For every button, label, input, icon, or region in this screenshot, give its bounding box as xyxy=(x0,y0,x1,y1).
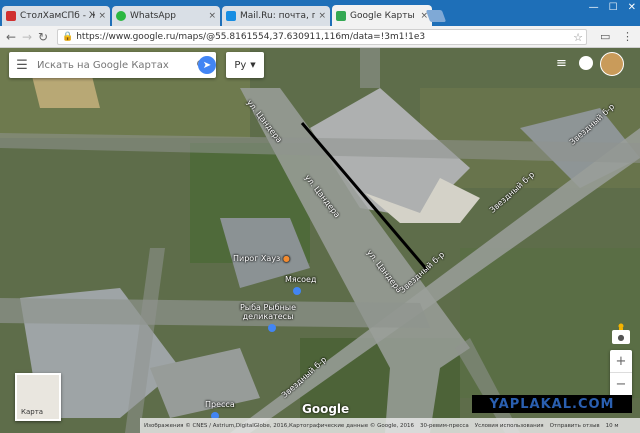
tab-title: СтолХамСПб - Жилая з xyxy=(20,11,96,21)
footer-link-feedback[interactable]: Отправить отзыв xyxy=(550,423,600,429)
poi-label: Мясоед xyxy=(285,275,317,284)
forward-icon[interactable]: → xyxy=(22,30,32,44)
restaurant-icon: ● xyxy=(282,254,290,263)
shopping-icon[interactable] xyxy=(293,287,301,295)
google-apps-icon[interactable]: ≡ xyxy=(556,56,567,71)
url-text: https://www.google.ru/maps/@55.8161554,3… xyxy=(76,32,426,42)
search-input[interactable] xyxy=(35,58,196,72)
tab-mailru[interactable]: Mail.Ru: почта, поиск в × xyxy=(222,6,330,26)
tab-stolhamspb[interactable]: СтолХамСПб - Жилая з × xyxy=(2,6,110,26)
tab-title: Google Карты xyxy=(350,10,415,21)
pegman-icon[interactable] xyxy=(612,318,630,333)
lock-icon: 🔒 xyxy=(62,32,74,42)
tab-title: WhatsApp xyxy=(130,11,176,21)
window-controls: — ☐ ✕ xyxy=(589,2,636,13)
close-icon[interactable]: × xyxy=(208,11,216,21)
tab-strip: СтолХамСПб - Жилая з × WhatsApp × Mail.R… xyxy=(0,0,640,26)
poi-ryba[interactable]: Рыба Рыбные деликатесы xyxy=(238,303,298,321)
notifications-icon[interactable] xyxy=(579,56,593,70)
poi-myasoed[interactable]: Мясоед xyxy=(285,275,316,284)
avatar[interactable] xyxy=(600,52,624,76)
close-icon[interactable]: × xyxy=(318,11,326,21)
compass-icon[interactable]: ● xyxy=(612,330,630,344)
poi-label: Пирог Хауз xyxy=(233,254,281,263)
tab-google-maps[interactable]: Google Карты × xyxy=(332,5,432,26)
bookmark-star-icon[interactable]: ☆ xyxy=(573,31,583,44)
directions-button[interactable]: ➤ xyxy=(198,56,216,74)
zoom-in-button[interactable]: + xyxy=(610,350,632,372)
zoom-out-button[interactable]: − xyxy=(610,373,632,395)
footer-link-terms[interactable]: Условия использования xyxy=(475,423,544,429)
tab-title: Mail.Ru: почта, поиск в xyxy=(240,11,316,21)
close-window-icon[interactable]: ✕ xyxy=(628,2,636,13)
cast-icon[interactable]: ▭ xyxy=(600,30,610,43)
menu-icon[interactable]: ⋮ xyxy=(622,30,633,43)
minimize-icon[interactable]: — xyxy=(589,2,599,13)
new-tab-button[interactable] xyxy=(425,10,447,22)
layer-label: Карта xyxy=(21,408,44,416)
dropdown-arrow-icon: ▼ xyxy=(250,61,256,69)
address-bar: ← → ↻ 🔒 https://www.google.ru/maps/@55.8… xyxy=(0,26,640,48)
poi-pirog-haus[interactable]: Пирог Хауз ● xyxy=(233,254,290,263)
reload-icon[interactable]: ↻ xyxy=(38,30,48,44)
google-maps-icon xyxy=(336,10,346,21)
directions-icon: ➤ xyxy=(202,59,212,71)
scale-label: 10 м xyxy=(605,422,619,429)
satellite-imagery xyxy=(0,48,640,433)
shopping-cart-icon[interactable] xyxy=(268,324,276,332)
hamburger-menu-icon[interactable]: ☰ xyxy=(9,58,35,73)
zoom-control: + − xyxy=(610,350,632,397)
close-icon[interactable]: × xyxy=(98,11,106,21)
map-layer-toggle[interactable]: Карта xyxy=(15,373,61,421)
watermark: YAPLAKAL.COM xyxy=(472,395,632,413)
map-footer: Изображения © CNES / Astrium,DigitalGlob… xyxy=(140,418,640,433)
map-canvas[interactable]: ул. Цандера ул. Цандера ул. Цандера Звез… xyxy=(0,48,640,433)
tab-whatsapp[interactable]: WhatsApp × xyxy=(112,6,220,26)
back-icon[interactable]: ← xyxy=(6,30,16,44)
language-select[interactable]: Ру ▼ xyxy=(226,52,264,78)
maximize-icon[interactable]: ☐ xyxy=(609,2,618,13)
language-label: Ру xyxy=(234,59,247,71)
poi-pressa[interactable]: Пресса xyxy=(205,400,235,409)
search-box: ☰ ⚲ xyxy=(9,52,216,78)
footer-link-russia[interactable]: 30-ревим-пресса xyxy=(420,423,469,429)
whatsapp-icon xyxy=(116,11,126,21)
mailru-icon xyxy=(226,11,236,21)
url-input[interactable]: 🔒 https://www.google.ru/maps/@55.8161554… xyxy=(57,29,587,45)
imagery-attribution: Изображения © CNES / Astrium,DigitalGlob… xyxy=(144,422,415,429)
stolham-favicon-icon xyxy=(6,11,16,21)
google-logo: Google xyxy=(302,402,350,416)
